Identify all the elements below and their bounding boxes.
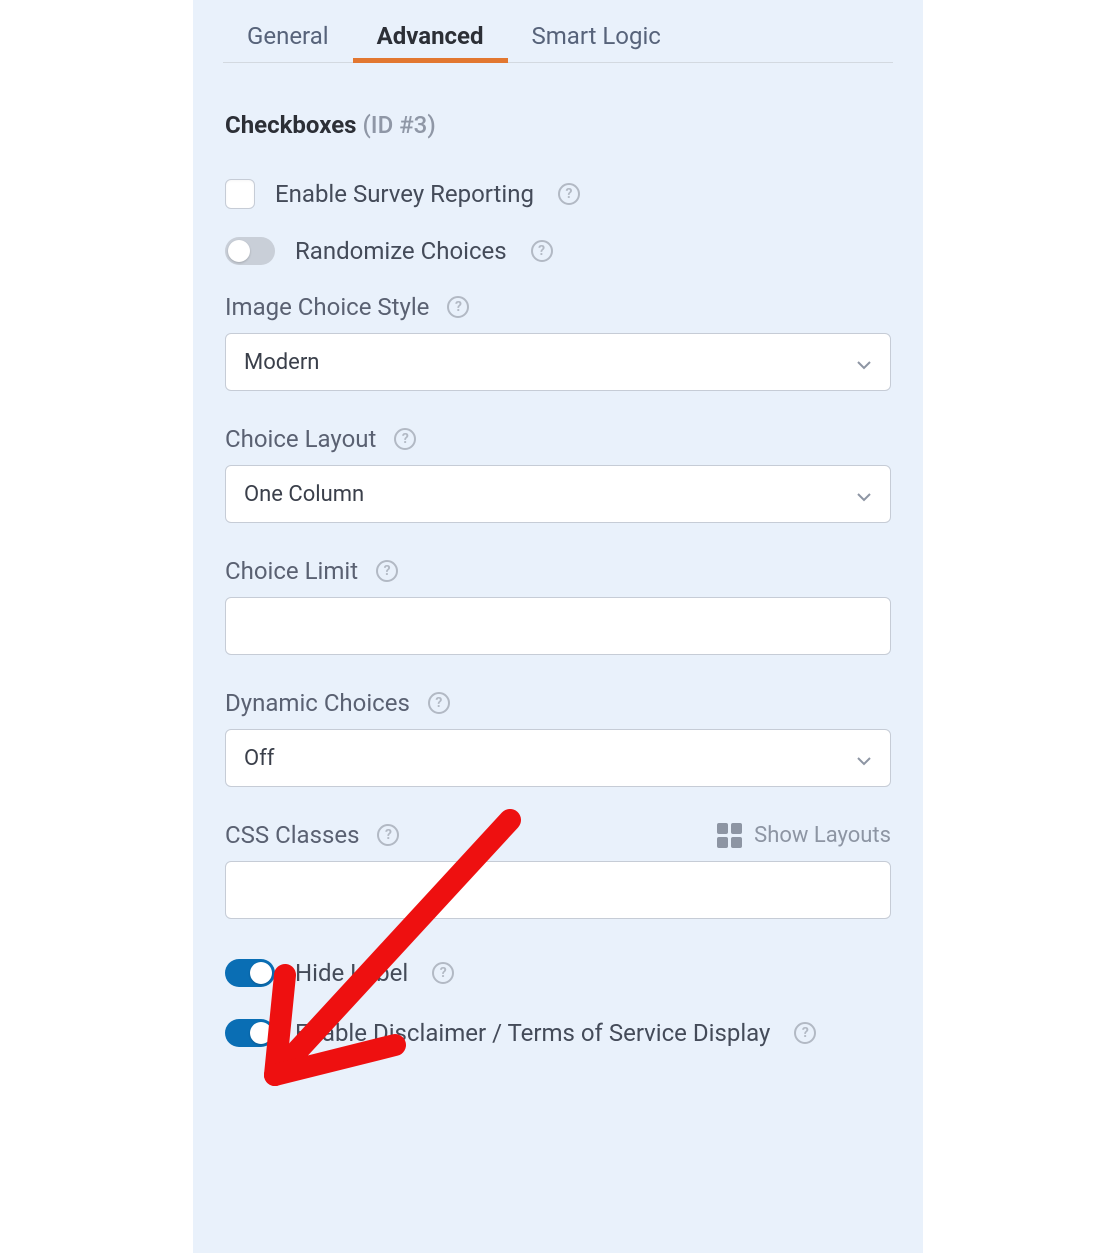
dynamic-choices-label: Dynamic Choices [225,689,410,717]
image-choice-style-select[interactable]: Modern [225,333,891,391]
help-icon[interactable]: ? [394,428,416,450]
css-classes-input[interactable] [225,861,891,919]
option-enable-disclaimer: Enable Disclaimer / Terms of Service Dis… [225,1019,891,1047]
help-icon[interactable]: ? [447,296,469,318]
choice-layout-select[interactable]: One Column [225,465,891,523]
help-icon[interactable]: ? [376,560,398,582]
section-id: (ID #3) [362,111,435,139]
choice-limit-input[interactable] [225,597,891,655]
field-choice-limit: Choice Limit ? [225,557,891,655]
chevron-down-icon [856,750,872,766]
choice-layout-label: Choice Layout [225,425,376,453]
tab-advanced[interactable]: Advanced [353,10,508,62]
option-enable-survey-reporting: Enable Survey Reporting ? [225,179,891,209]
help-icon[interactable]: ? [531,240,553,262]
field-dynamic-choices: Dynamic Choices ? Off [225,689,891,787]
tabs: General Advanced Smart Logic [223,0,893,63]
help-icon[interactable]: ? [428,692,450,714]
settings-panel: General Advanced Smart Logic Checkboxes … [193,0,923,1253]
dynamic-choices-value: Off [244,746,274,771]
chevron-down-icon [856,354,872,370]
hide-label-label: Hide Label [295,959,408,987]
hide-label-toggle[interactable] [225,959,275,987]
field-choice-layout: Choice Layout ? One Column [225,425,891,523]
help-icon[interactable]: ? [794,1022,816,1044]
field-css-classes: CSS Classes ? Show Layouts [225,821,891,919]
enable-survey-reporting-label: Enable Survey Reporting [275,180,534,208]
css-classes-label: CSS Classes [225,821,359,849]
grid-icon [717,823,742,848]
choice-layout-value: One Column [244,482,364,507]
panel-content: Checkboxes (ID #3) Enable Survey Reporti… [193,63,923,1107]
chevron-down-icon [856,486,872,502]
enable-disclaimer-toggle[interactable] [225,1019,275,1047]
choice-limit-label: Choice Limit [225,557,358,585]
help-icon[interactable]: ? [377,824,399,846]
section-title: Checkboxes (ID #3) [225,111,891,139]
randomize-choices-label: Randomize Choices [295,237,507,265]
section-title-text: Checkboxes [225,111,357,139]
enable-disclaimer-label: Enable Disclaimer / Terms of Service Dis… [295,1019,770,1047]
help-icon[interactable]: ? [558,183,580,205]
help-icon[interactable]: ? [432,962,454,984]
dynamic-choices-select[interactable]: Off [225,729,891,787]
field-image-choice-style: Image Choice Style ? Modern [225,293,891,391]
option-randomize-choices: Randomize Choices ? [225,237,891,265]
show-layouts-label: Show Layouts [754,823,891,848]
image-choice-style-value: Modern [244,350,319,375]
randomize-choices-toggle[interactable] [225,237,275,265]
tab-smart-logic[interactable]: Smart Logic [508,10,685,62]
tab-general[interactable]: General [223,10,353,62]
image-choice-style-label: Image Choice Style [225,293,429,321]
option-hide-label: Hide Label ? [225,959,891,987]
enable-survey-reporting-checkbox[interactable] [225,179,255,209]
show-layouts-button[interactable]: Show Layouts [717,823,891,848]
